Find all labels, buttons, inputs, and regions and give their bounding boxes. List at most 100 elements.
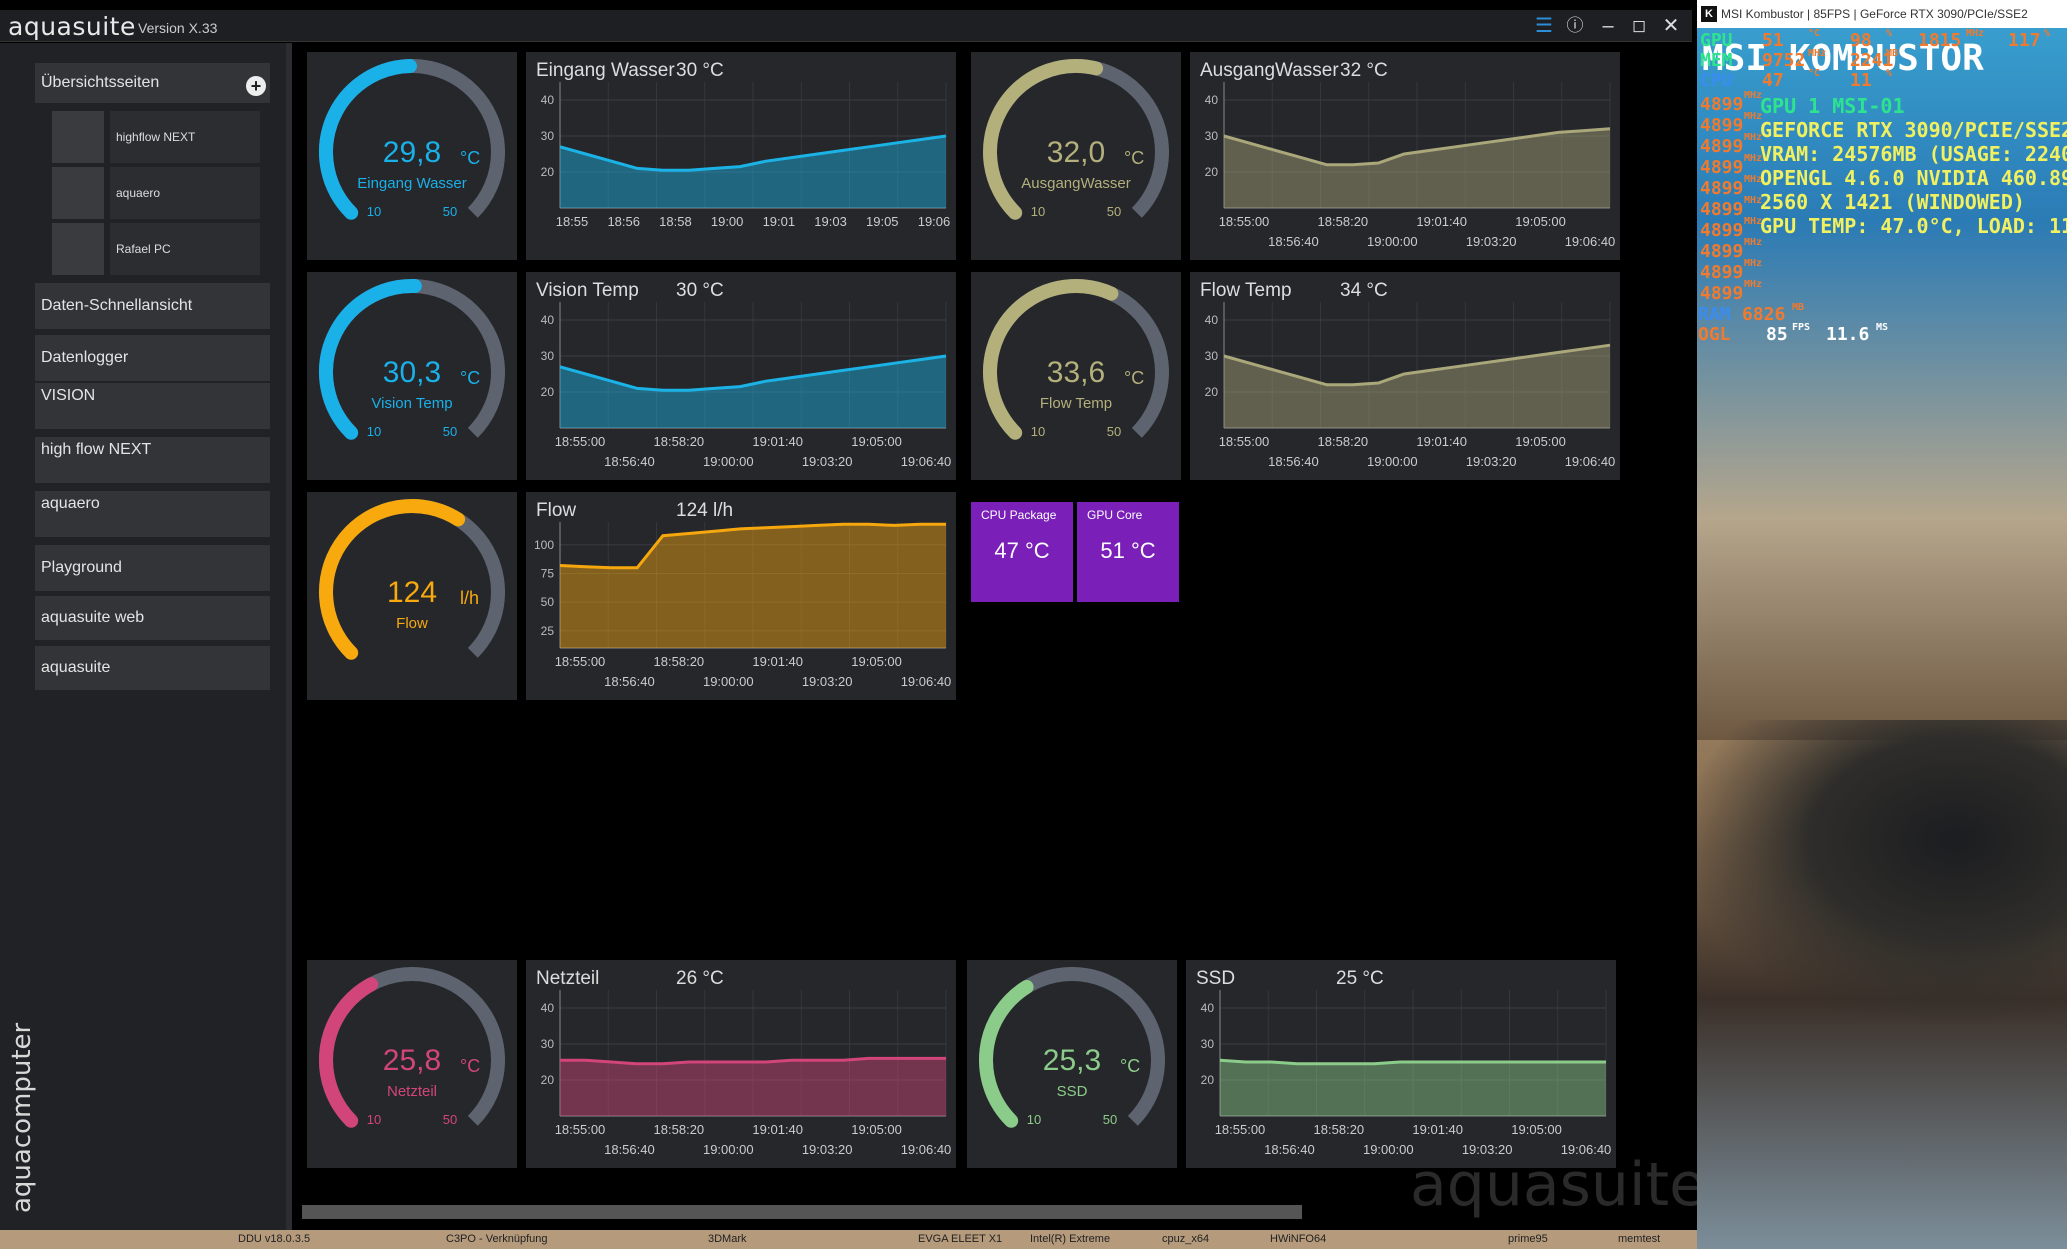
sidebar-item-daten-schnellansicht[interactable]: Daten-Schnellansicht	[35, 283, 270, 329]
gauge: 29,8 °C Eingang Wasser 10 50	[319, 59, 505, 220]
chart: 100 75 50 25 18:55:00 18:56:40 18:58:20 19:00:0…	[534, 522, 952, 689]
osd-unit: MB	[1886, 48, 1899, 59]
maximize-icon[interactable]: ◻	[1627, 14, 1651, 38]
gauge-label: Netzteil	[387, 1083, 437, 1100]
osd-ram-value: 6826	[1742, 304, 1786, 325]
desktop-shortcut-label[interactable]: memtest	[1618, 1233, 1660, 1245]
sidebar-item-datenlogger[interactable]: Datenlogger	[35, 335, 270, 381]
y-tick-label: 100	[534, 538, 554, 552]
gauge-min: 10	[367, 204, 381, 219]
gauge-unit: l/h	[460, 588, 479, 608]
x-tick-label: 19:06:40	[1565, 234, 1616, 249]
x-tick-label: 19:00:00	[703, 674, 754, 689]
x-tick-label: 19:00:00	[703, 454, 754, 469]
horizontal-scrollbar[interactable]	[302, 1205, 1302, 1219]
x-tick-label: 19:05:00	[1515, 434, 1566, 449]
osd-ram-label: RAM	[1698, 304, 1731, 325]
layers-icon[interactable]: ☰	[1532, 14, 1556, 38]
x-tick-label: 19:01:40	[752, 654, 803, 669]
info-icon[interactable]: ⓘ	[1563, 14, 1587, 38]
desktop-shortcut-label[interactable]: C3PO - Verknüpfung	[446, 1233, 548, 1245]
sidebar-item-playground[interactable]: Playground	[35, 545, 270, 591]
gauge-fill	[979, 979, 1034, 1128]
sidebar-item-aquasuite-web[interactable]: aquasuite web	[35, 596, 270, 640]
y-tick-label: 40	[1205, 313, 1219, 327]
sidebar-item-aquaero[interactable]: aquaero	[35, 491, 270, 537]
osd-row-label: GPU	[1700, 30, 1733, 51]
sidebar-item-high-flow-next[interactable]: high flow NEXT	[35, 437, 270, 483]
osd-unit: %	[1886, 28, 1893, 39]
osd-core-mhz: 4899	[1700, 283, 1744, 304]
osd-unit: MHz	[1966, 28, 1985, 39]
osd-value: 11	[1850, 70, 1872, 91]
x-tick-label: 18:58:20	[1314, 1122, 1365, 1137]
gauge-panel: 124 l/h Flow	[307, 492, 517, 700]
gauge-max: 50	[1103, 1112, 1117, 1127]
gauge-unit: °C	[460, 1056, 480, 1076]
x-tick-label: 18:58:20	[654, 434, 705, 449]
gauge-value: 33,6	[1047, 356, 1105, 389]
overview-page-item[interactable]: Rafael PC	[52, 223, 272, 275]
kombustor-window-title: MSI Kombustor | 85FPS | GeForce RTX 3090…	[1721, 7, 2028, 21]
x-tick-label: 18:56:40	[604, 674, 655, 689]
gauge-value: 124	[387, 576, 437, 609]
desktop-shortcut-label[interactable]: DDU v18.0.3.5	[238, 1233, 310, 1245]
osd-ogl-label: OGL	[1698, 324, 1731, 345]
gauge-label: Flow Temp	[1040, 395, 1112, 412]
y-tick-label: 40	[541, 93, 555, 107]
overview-pages-header[interactable]: Übersichtsseiten +	[35, 63, 270, 103]
x-tick-label: 19:00:00	[1367, 454, 1418, 469]
sidebar-item-vision[interactable]: VISION	[35, 383, 270, 429]
kombustor-titlebar: K MSI Kombustor | 85FPS | GeForce RTX 30…	[1697, 0, 2067, 28]
desktop-shortcut-label[interactable]: Intel(R) Extreme	[1030, 1233, 1110, 1245]
x-tick-label: 19:06:40	[901, 454, 952, 469]
gauge-value: 30,3	[383, 356, 441, 389]
overview-page-item[interactable]: highflow NEXT	[52, 111, 272, 163]
overview-page-item[interactable]: aquaero	[52, 167, 272, 219]
gauge-panel: 32,0 °C AusgangWasser 10 50	[971, 52, 1181, 260]
y-tick-label: 20	[1205, 165, 1219, 179]
x-tick-label: 18:58:20	[654, 1122, 705, 1137]
x-tick-label: 19:05:00	[851, 654, 902, 669]
desktop-shortcut-label[interactable]: prime95	[1508, 1233, 1548, 1245]
gauge-unit: °C	[1120, 1056, 1140, 1076]
gauge-panel: 25,8 °C Netzteil 10 50	[307, 960, 517, 1168]
close-icon[interactable]: ✕	[1659, 14, 1683, 38]
chart: 40 30 20 18:55:00 18:56:40 18:58:20 19:00:00 19…	[541, 990, 951, 1157]
x-tick-label: 18:56:40	[604, 454, 655, 469]
chart-panel: Flow Temp 34 °C 40 30 20 18:55:00 18:56:40 18:5…	[1190, 272, 1620, 480]
osd-unit: MHz	[1744, 258, 1763, 269]
app-logo: aquasuite	[8, 12, 136, 41]
gauge-value: 32,0	[1047, 136, 1105, 169]
osd-fps-value: 85	[1766, 324, 1788, 345]
series-area	[1220, 1060, 1606, 1116]
desktop-shortcut-label[interactable]: EVGA ELEET X1	[918, 1233, 1002, 1245]
sidebar-item-aquasuite[interactable]: aquasuite	[35, 646, 270, 690]
x-tick-label: 19:01:40	[752, 1122, 803, 1137]
osd-core-mhz: 4899	[1700, 94, 1744, 115]
series-line	[1219, 1058, 1606, 1066]
gauge-max: 50	[443, 424, 457, 439]
x-tick-label: 19:03:20	[802, 454, 853, 469]
x-tick-label: 18:56:40	[1268, 234, 1319, 249]
overview-page-label: highflow NEXT	[110, 111, 260, 163]
osd-info-line: GPU TEMP: 47.0°C, LOAD: 11.6%	[1760, 214, 2067, 238]
osd-value: 9752	[1762, 50, 1806, 71]
x-tick-label: 19:05:00	[851, 434, 902, 449]
y-tick-label: 20	[541, 1073, 555, 1087]
desktop-shortcut-label[interactable]: 3DMark	[708, 1233, 747, 1245]
add-page-icon[interactable]: +	[246, 76, 266, 96]
chart-panel: Eingang Wasser 30 °C 40 30 20 18:55 18:56 18:58…	[526, 52, 956, 260]
desktop-shortcut-label[interactable]: cpuz_x64	[1162, 1233, 1209, 1245]
kombustor-app-icon: K	[1701, 6, 1717, 22]
osd-info-line: GEFORCE RTX 3090/PCIE/SSE2	[1760, 118, 2067, 142]
chart-panel: SSD 25 °C 40 30 20 18:55:00 18:56:40 18:58:20 19…	[1186, 960, 1616, 1168]
desktop-shortcut-label[interactable]: HWiNFO64	[1270, 1233, 1326, 1245]
title-bar: aquasuite Version X.33 ☰ ⓘ – ◻ ✕	[0, 10, 1692, 42]
y-tick-label: 30	[1205, 349, 1219, 363]
gauge-label: Eingang Wasser	[357, 175, 467, 192]
osd-info-line: GPU 1 MSI-01	[1760, 94, 1905, 118]
minimize-icon[interactable]: –	[1596, 14, 1620, 38]
x-tick-label: 19:06:40	[901, 674, 952, 689]
gauge-panel: 25,3 °C SSD 10 50	[967, 960, 1177, 1168]
